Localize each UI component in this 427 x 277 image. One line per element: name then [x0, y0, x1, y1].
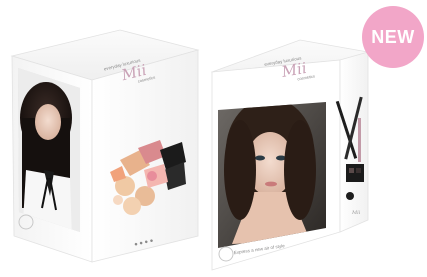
- new-badge-label: NEW: [371, 26, 415, 47]
- right-box-portrait: [218, 102, 326, 248]
- new-badge: NEW: [362, 6, 424, 68]
- right-display-box: everyday luxurious Mii cosmetics Express…: [210, 39, 370, 271]
- right-box-side-label: Mii: [351, 210, 361, 216]
- left-display-box: everyday luxurious Mii cosmetics ● ● ● ●: [10, 29, 200, 263]
- product-scene: everyday luxurious Mii cosmetics ● ● ● ●: [0, 0, 427, 277]
